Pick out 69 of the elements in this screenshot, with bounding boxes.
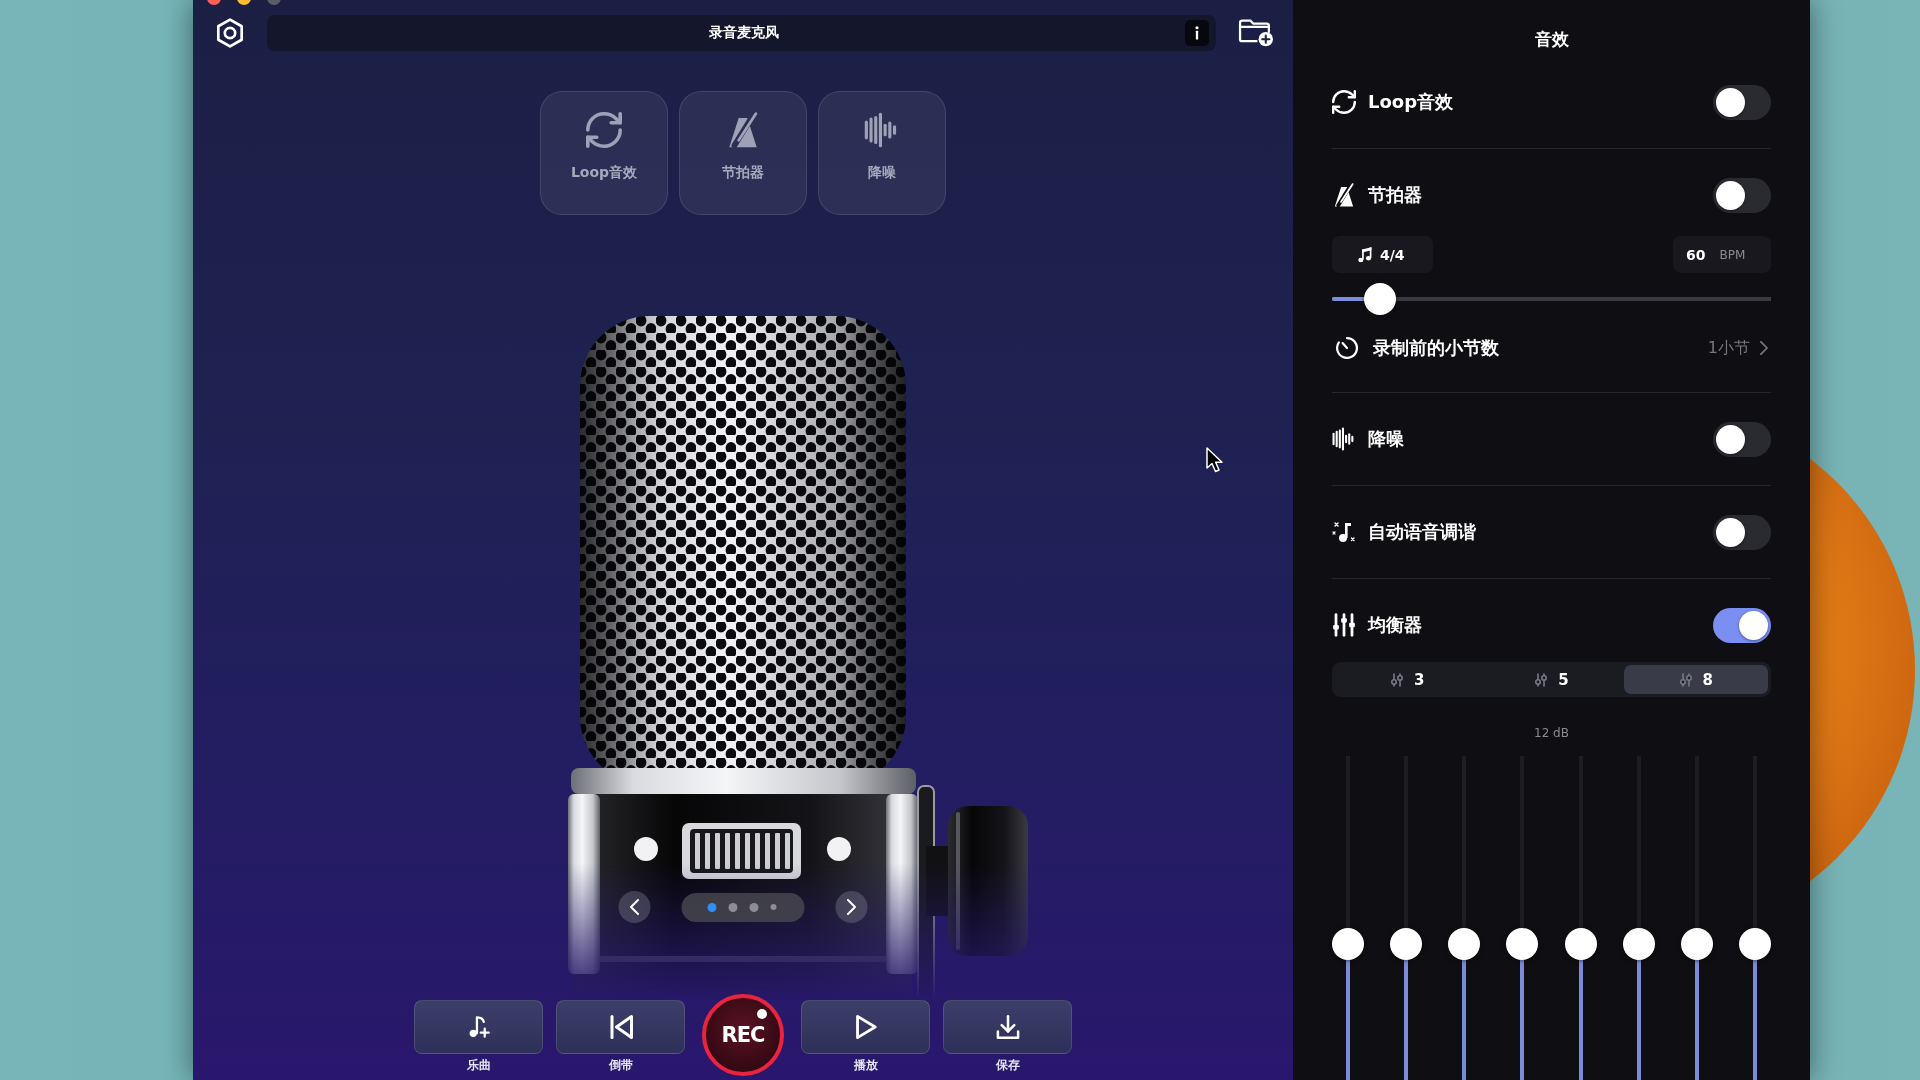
info-button[interactable] <box>1185 20 1209 46</box>
effect-tile[interactable]: Loop音效 <box>540 91 668 215</box>
bpm-value: 60 <box>1686 246 1706 263</box>
toggle-switch[interactable] <box>1713 421 1771 457</box>
button-caption: 保存 <box>995 1057 1020 1073</box>
slider-thumb[interactable] <box>1564 927 1597 960</box>
slider-thumb[interactable] <box>1448 927 1481 960</box>
toggle-switch[interactable] <box>1713 84 1771 120</box>
band-count-tab[interactable]: 5 <box>1479 665 1624 694</box>
page-dot[interactable] <box>749 902 759 912</box>
effect-label: Loop音效 <box>1368 90 1455 114</box>
bpm-unit: BPM <box>1719 247 1746 262</box>
record-button[interactable]: REC <box>702 994 784 1076</box>
rewind-button[interactable] <box>556 1000 685 1054</box>
tempo-pill[interactable]: 60 BPM <box>1673 236 1771 273</box>
play-icon <box>853 1015 878 1039</box>
metronome-icon <box>1332 183 1356 207</box>
setting-value[interactable]: 1小节 <box>1707 337 1750 359</box>
slider-thumb[interactable] <box>1390 927 1423 960</box>
button-caption: 倒带 <box>608 1057 633 1073</box>
time-signature-pill[interactable]: 4/4 <box>1332 236 1433 273</box>
refresh-icon <box>1332 90 1356 114</box>
sliders-icon <box>1534 672 1549 687</box>
timer-icon <box>1336 337 1358 359</box>
refresh-icon <box>586 112 622 148</box>
effect-label: 均衡器 <box>1368 613 1423 637</box>
slider-thumb[interactable] <box>1332 927 1364 960</box>
record-dot-icon <box>757 1009 767 1019</box>
effect-tile[interactable]: 节拍器 <box>679 91 807 215</box>
setting-label: 录制前的小节数 <box>1373 336 1500 360</box>
effect-label: 自动语音调谐 <box>1368 520 1477 544</box>
add-song-button[interactable] <box>414 1000 543 1054</box>
download-icon <box>995 1015 1020 1039</box>
page-dot[interactable] <box>728 902 738 912</box>
slider-thumb[interactable] <box>1680 927 1713 960</box>
effect-label: 节拍器 <box>1368 183 1423 207</box>
page-dot[interactable] <box>770 904 777 910</box>
sliders-icon <box>1678 672 1693 687</box>
skip-back-icon <box>608 1015 633 1039</box>
music-note-sparkle-icon <box>1332 520 1356 544</box>
toggle-switch[interactable] <box>1713 177 1771 213</box>
page-dot[interactable] <box>707 902 717 912</box>
scale-label: 12 dB <box>1533 725 1570 741</box>
chevron-right-icon <box>1757 341 1771 355</box>
button-caption: 乐曲 <box>466 1057 491 1073</box>
effect-label: 降噪 <box>1368 427 1405 451</box>
settings-icon[interactable] <box>215 18 245 48</box>
previous-button[interactable] <box>618 891 651 923</box>
window-title: 录音麦克风 <box>708 24 780 42</box>
toggle-switch[interactable] <box>1713 514 1771 550</box>
slider-thumb[interactable] <box>1506 927 1539 960</box>
slider-thumb[interactable] <box>1364 283 1397 315</box>
play-button[interactable] <box>801 1000 930 1054</box>
time-signature-value: 4/4 <box>1380 246 1405 263</box>
slider-thumb[interactable] <box>1622 927 1655 960</box>
slider-thumb[interactable] <box>1739 927 1771 960</box>
save-button[interactable] <box>943 1000 1072 1054</box>
sliders-icon <box>1389 672 1404 687</box>
effect-tile[interactable]: 降噪 <box>818 91 946 215</box>
mouse-pointer-icon <box>1205 446 1225 474</box>
music-notes-icon <box>1357 246 1374 263</box>
band-count-tab[interactable]: 3 <box>1335 665 1480 694</box>
panel-title: 音效 <box>1533 28 1570 50</box>
next-button[interactable] <box>835 891 868 923</box>
sliders-icon <box>1332 613 1356 637</box>
band-count-tab[interactable]: 8 <box>1623 665 1768 694</box>
button-caption: 播放 <box>853 1057 878 1073</box>
waveform-icon <box>1332 427 1356 451</box>
toggle-switch[interactable] <box>1713 607 1771 643</box>
